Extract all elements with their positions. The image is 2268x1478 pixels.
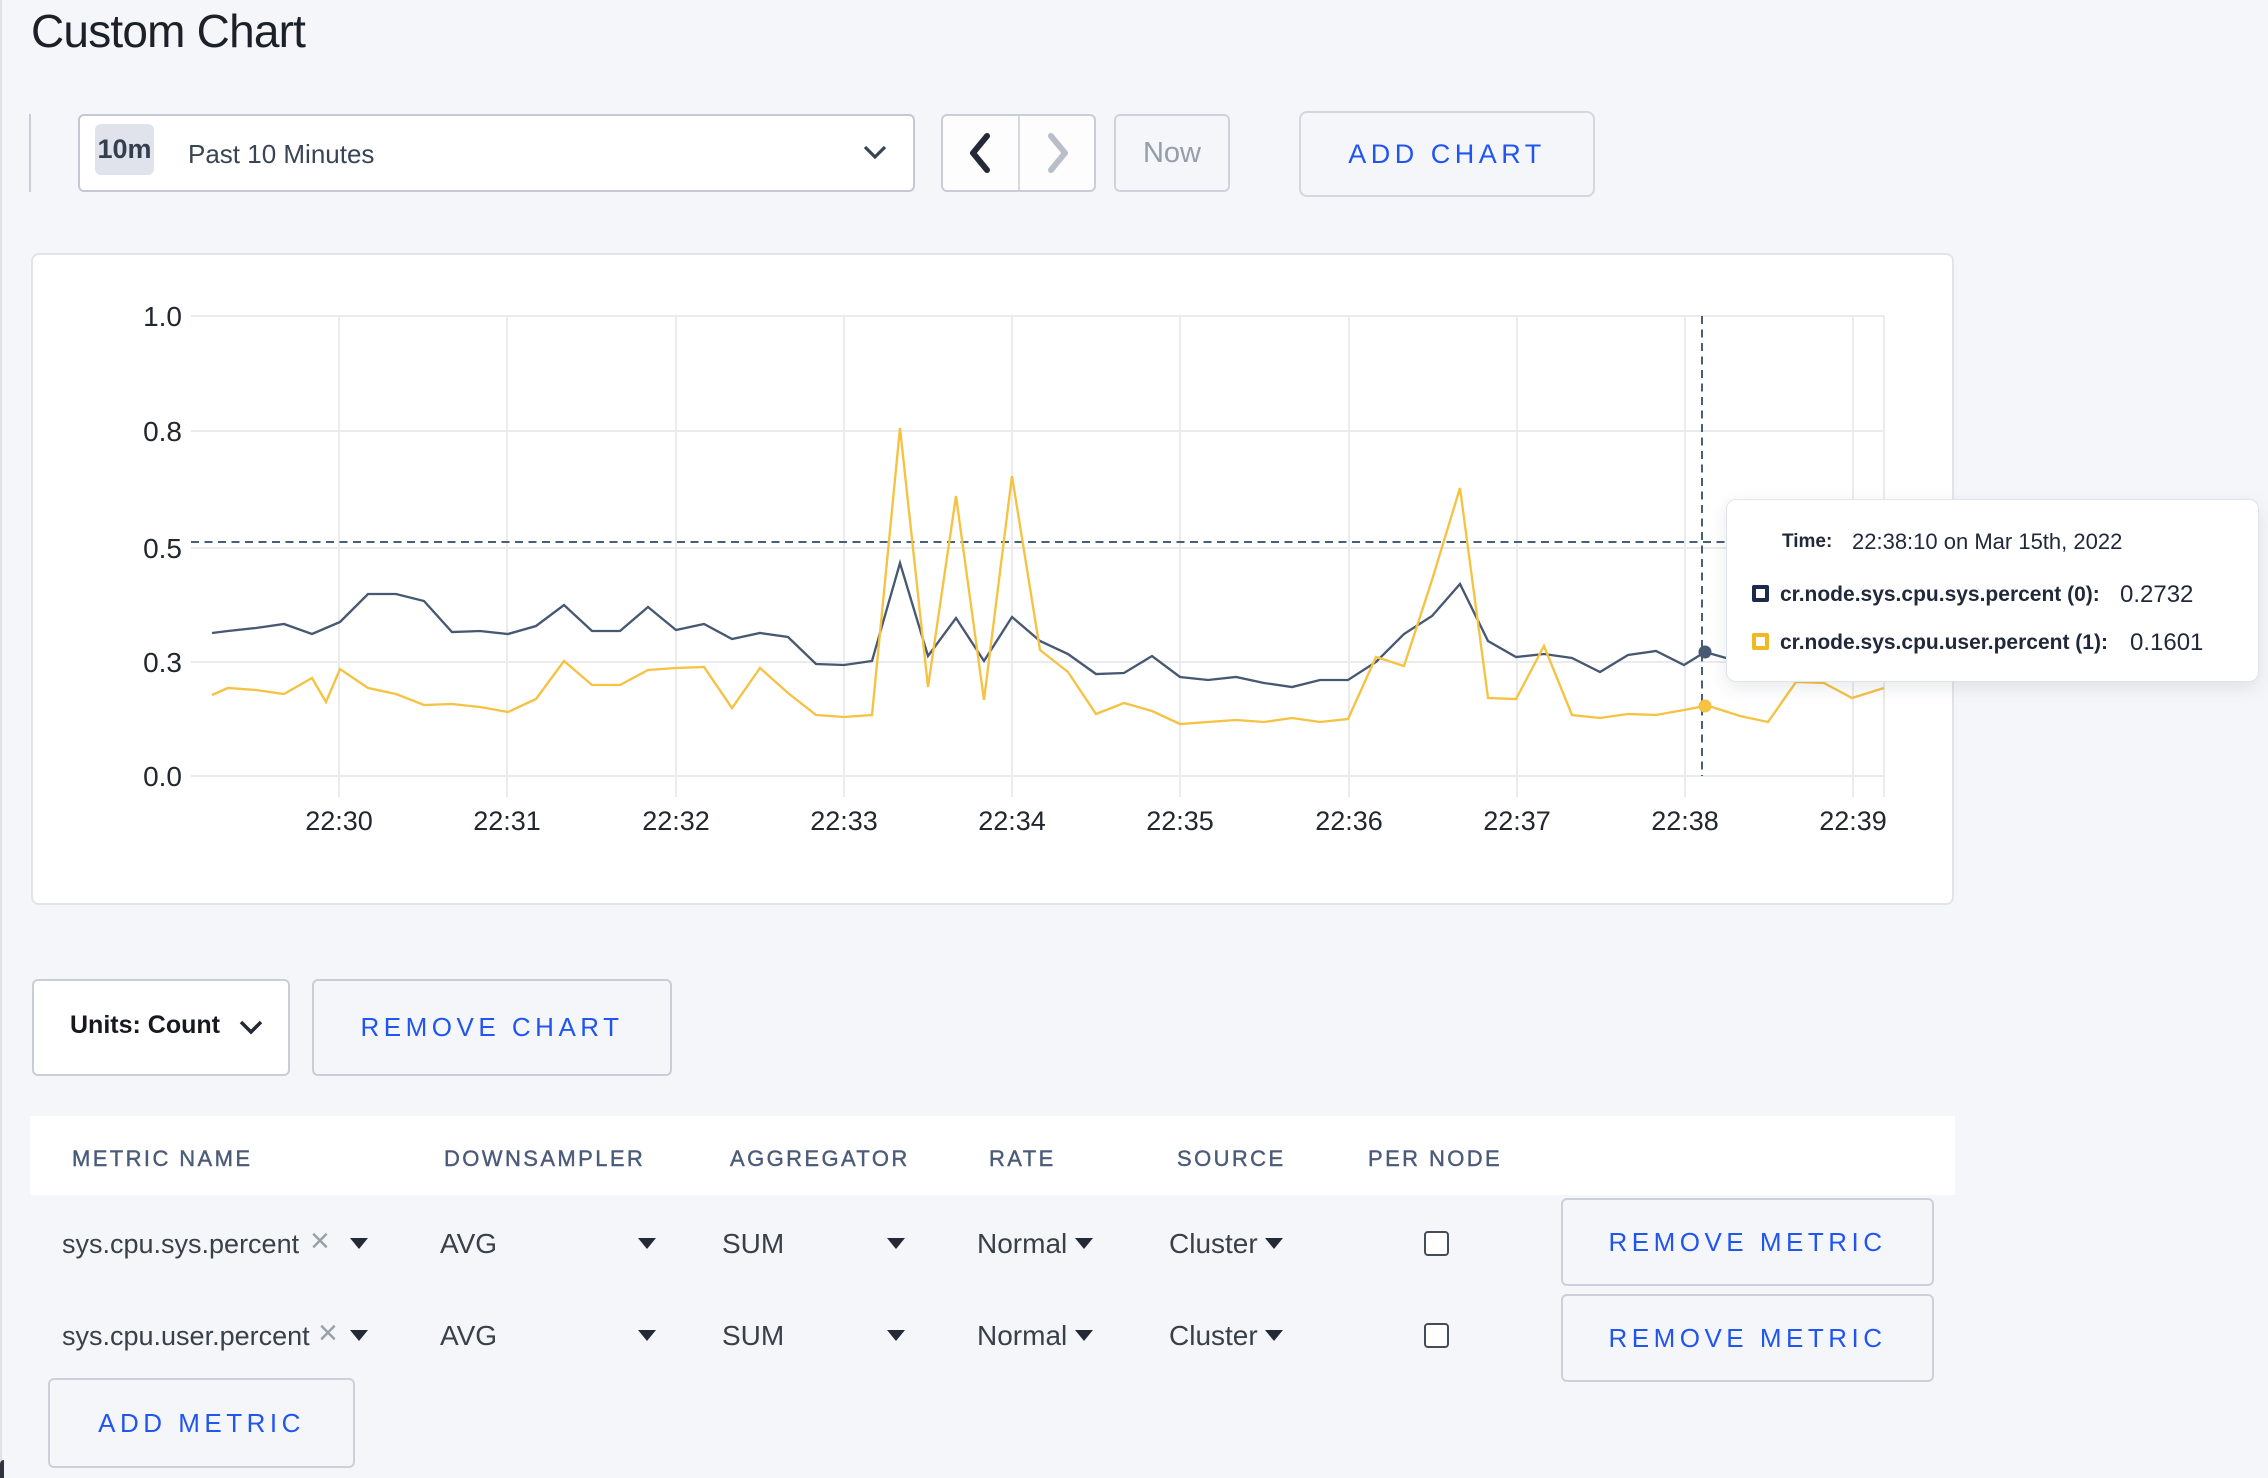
svg-text:22:33: 22:33	[810, 806, 878, 836]
svg-text:22:35: 22:35	[1146, 806, 1214, 836]
svg-text:22:37: 22:37	[1483, 806, 1551, 836]
svg-text:0.8: 0.8	[143, 416, 182, 447]
svg-text:1.0: 1.0	[143, 301, 182, 332]
svg-text:22:36: 22:36	[1315, 806, 1383, 836]
svg-text:0.3: 0.3	[143, 647, 182, 678]
svg-text:22:32: 22:32	[642, 806, 710, 836]
svg-text:22:30: 22:30	[305, 806, 373, 836]
svg-text:22:39: 22:39	[1819, 806, 1887, 836]
svg-text:0.0: 0.0	[143, 761, 182, 792]
svg-text:22:34: 22:34	[978, 806, 1046, 836]
svg-text:22:31: 22:31	[473, 806, 541, 836]
svg-text:22:38: 22:38	[1651, 806, 1719, 836]
svg-text:0.5: 0.5	[143, 533, 182, 564]
